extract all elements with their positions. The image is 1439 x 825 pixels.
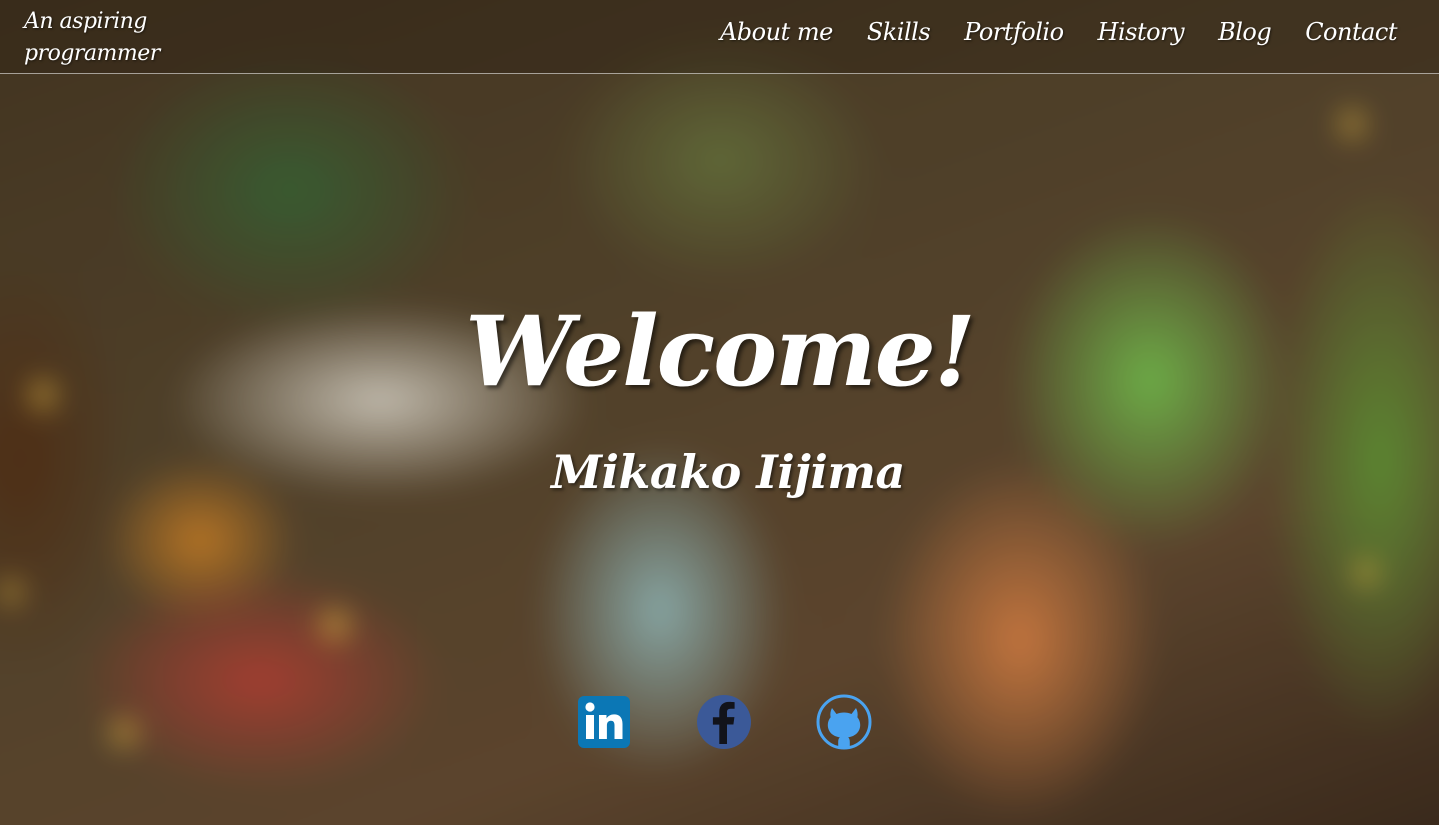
site-brand[interactable]: An aspiring programmer [24,6,194,70]
hero-title: Welcome! [465,295,976,408]
nav-item-about-me[interactable]: About me [720,16,833,48]
nav-item-blog[interactable]: Blog [1218,16,1272,48]
nav-item-skills[interactable]: Skills [867,16,931,48]
page: An aspiring programmer About me Skills P… [0,0,1439,825]
top-navbar: An aspiring programmer About me Skills P… [0,0,1439,74]
main-nav: About me Skills Portfolio History Blog C… [720,16,1398,48]
linkedin-icon[interactable] [576,694,632,750]
github-icon[interactable] [816,694,872,750]
hero-subtitle: Mikako Iijima [551,445,905,499]
nav-item-contact[interactable]: Contact [1305,16,1397,48]
nav-item-history[interactable]: History [1098,16,1185,48]
social-links [0,694,1439,750]
facebook-icon[interactable] [696,694,752,750]
nav-item-portfolio[interactable]: Portfolio [964,16,1064,48]
